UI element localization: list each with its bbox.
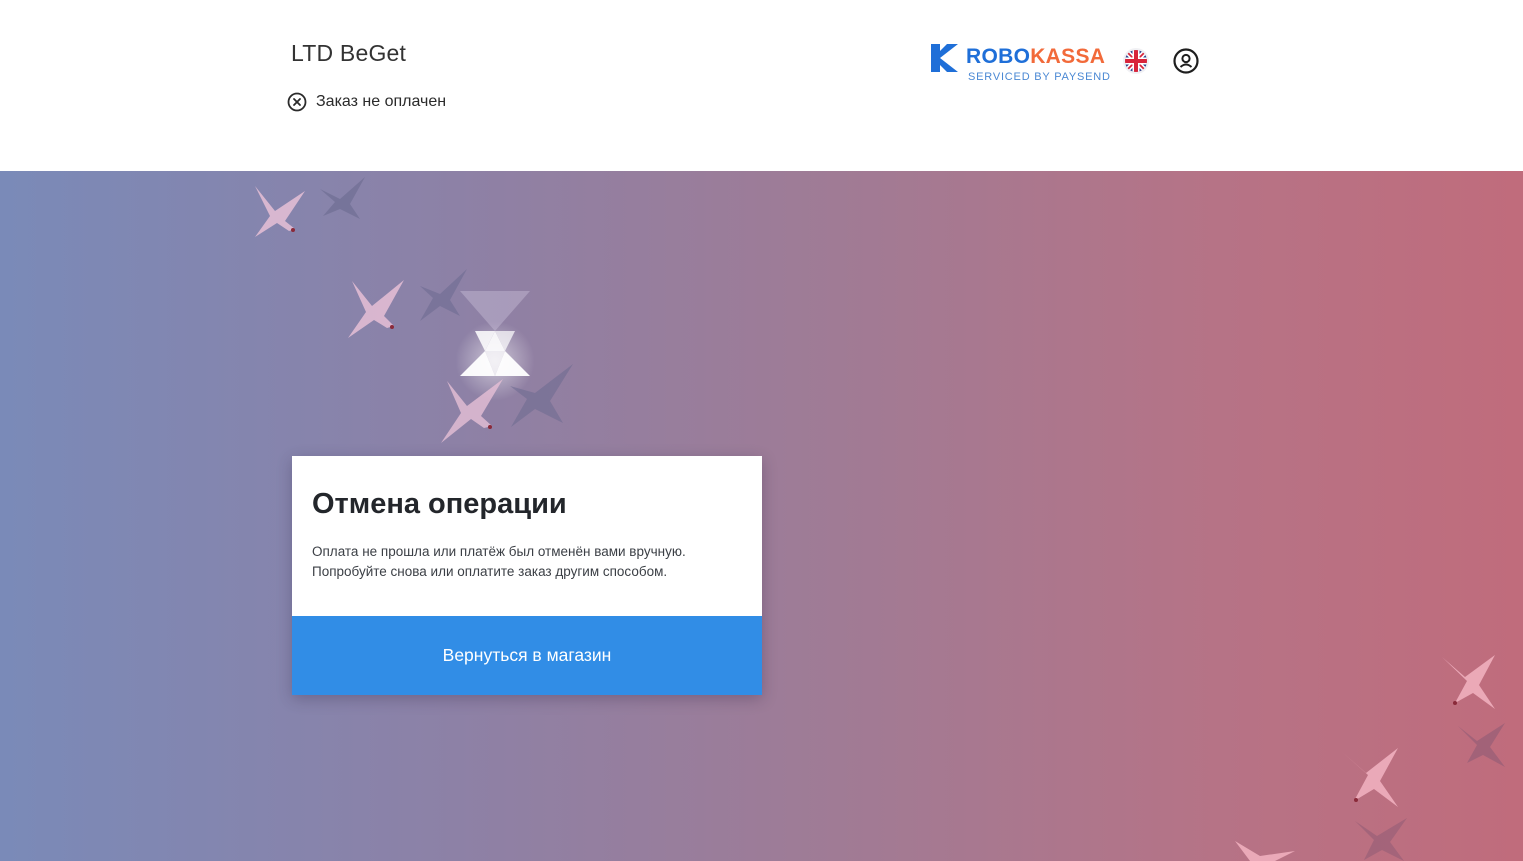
card-title: Отмена операции: [312, 488, 567, 520]
logo-subtitle: SERVICED BY PAYSEND: [968, 71, 1111, 83]
header: LTD BeGet Заказ не оплачен ROBOKASSA SER…: [0, 0, 1523, 171]
bird-illustration: [1235, 841, 1295, 861]
card-message-line1: Оплата не прошла или платёж был отменён …: [312, 544, 686, 559]
order-status: Заказ не оплачен: [287, 92, 446, 112]
logo-wordmark: ROBOKASSA: [966, 45, 1105, 69]
bird-shadow-illustration: [320, 177, 365, 219]
logo-brand-part2: KASSA: [1030, 45, 1106, 68]
bird-illustration: [441, 379, 503, 443]
uk-flag-icon: [1123, 48, 1149, 74]
bird-illustration: [348, 280, 404, 338]
bird-shadow-illustration: [510, 364, 573, 427]
user-icon: [1173, 48, 1199, 74]
robokassa-logo[interactable]: ROBOKASSA SERVICED BY PAYSEND: [931, 43, 1110, 85]
bird-illustration: [1341, 748, 1398, 807]
card-message-line2: Попробуйте снова или оплатите заказ друг…: [312, 564, 668, 579]
bird-illustration: [255, 186, 305, 237]
merchant-name: LTD BeGet: [291, 40, 407, 66]
return-to-shop-button[interactable]: Вернуться в магазин: [292, 616, 762, 695]
close-circle-icon: [287, 92, 307, 112]
order-status-text: Заказ не оплачен: [316, 93, 447, 110]
bird-shadow-illustration: [1355, 818, 1407, 861]
user-account-button[interactable]: [1172, 47, 1200, 75]
bird-illustration: [1442, 655, 1495, 709]
robokassa-mark-icon: [931, 44, 958, 72]
bird-shadow-illustration: [1458, 723, 1505, 767]
card-message: Оплата не прошла или платёж был отменён …: [312, 542, 752, 582]
payment-cancel-card: Отмена операции Оплата не прошла или пла…: [292, 456, 762, 695]
logo-brand-part1: ROBO: [966, 45, 1031, 68]
language-switch-button[interactable]: [1122, 47, 1150, 75]
